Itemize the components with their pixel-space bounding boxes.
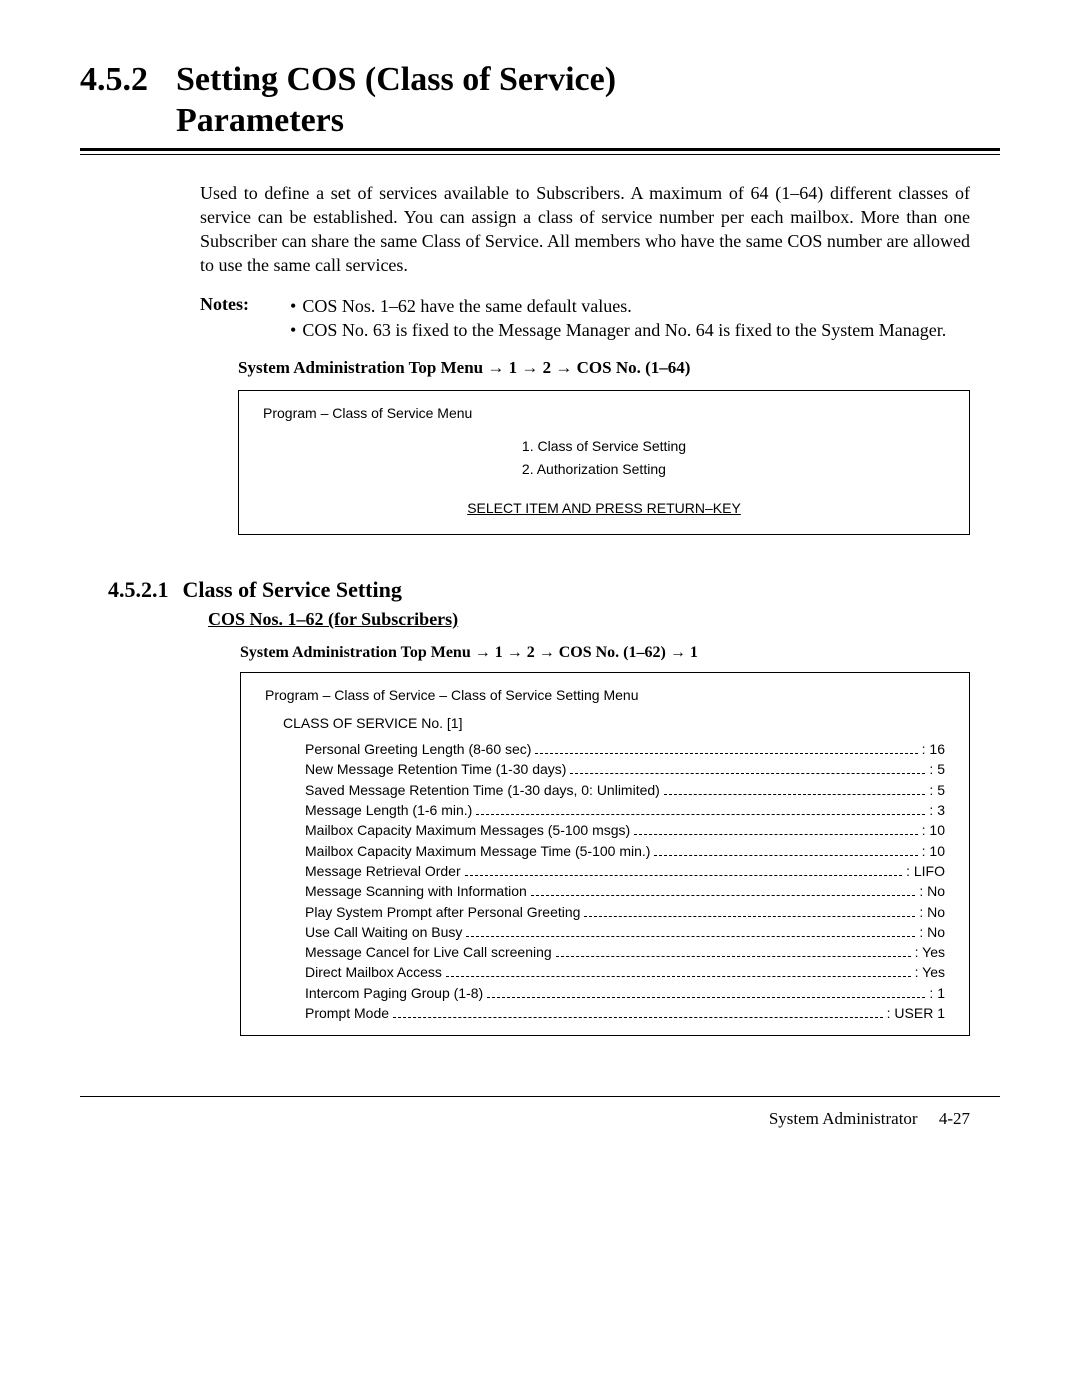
setting-dash [487, 987, 925, 998]
cos-subtitle: COS Nos. 1–62 (for Subscribers) [208, 609, 1000, 630]
notes-block: Notes: •COS Nos. 1–62 have the same defa… [200, 294, 970, 343]
settings-box: Program – Class of Service – Class of Se… [240, 672, 970, 1036]
setting-label: Use Call Waiting on Busy [305, 922, 462, 942]
nav-path: System Administration Top Menu → 1 → 2 →… [238, 358, 970, 378]
setting-label: Prompt Mode [305, 1003, 389, 1023]
setting-row: Message Scanning with Information : No [305, 881, 945, 901]
setting-label: Message Cancel for Live Call screening [305, 942, 552, 962]
section-header: 4.5.2 Setting COS (Class of Service) Par… [80, 60, 1000, 142]
setting-row: Use Call Waiting on Busy : No [305, 922, 945, 942]
setting-dash [531, 885, 916, 896]
footer-divider [80, 1096, 1000, 1097]
setting-label: Personal Greeting Length (8-60 sec) [305, 739, 531, 759]
setting-dash [393, 1007, 883, 1018]
setting-value: : USER 1 [887, 1003, 945, 1023]
setting-dash [570, 764, 925, 775]
setting-dash [476, 804, 925, 815]
footer: System Administrator 4-27 [80, 1109, 1000, 1129]
setting-label: Mailbox Capacity Maximum Message Time (5… [305, 841, 650, 861]
subsection-header: 4.5.2.1 Class of Service Setting [108, 577, 1000, 603]
setting-value: : 3 [929, 800, 945, 820]
cos-number: CLASS OF SERVICE No. [1] [283, 715, 945, 731]
setting-label: Mailbox Capacity Maximum Messages (5-100… [305, 820, 630, 840]
setting-dash [465, 865, 902, 876]
setting-dash [584, 906, 915, 917]
setting-value: : LIFO [906, 861, 945, 881]
menu-item: 2. Authorization Setting [522, 461, 666, 477]
subsection-title: Class of Service Setting [183, 577, 402, 603]
setting-row: Intercom Paging Group (1-8) : 1 [305, 983, 945, 1003]
section-number: 4.5.2 [80, 61, 148, 99]
setting-dash [446, 967, 911, 978]
setting-value: : No [919, 922, 945, 942]
intro-paragraph: Used to define a set of services availab… [200, 181, 970, 278]
section-title: Setting COS (Class of Service) Parameter… [176, 60, 616, 142]
setting-value: : Yes [915, 962, 945, 982]
setting-row: Mailbox Capacity Maximum Messages (5-100… [305, 820, 945, 840]
setting-value: : 5 [929, 780, 945, 800]
setting-row: Message Cancel for Live Call screening :… [305, 942, 945, 962]
page-number: 4-27 [939, 1109, 970, 1128]
setting-value: : 16 [922, 739, 945, 759]
setting-label: Message Scanning with Information [305, 881, 527, 901]
setting-row: Direct Mailbox Access : Yes [305, 962, 945, 982]
setting-dash [556, 946, 911, 957]
setting-row: Personal Greeting Length (8-60 sec) : 16 [305, 739, 945, 759]
setting-dash [664, 784, 926, 795]
notes-label: Notes: [200, 294, 290, 343]
setting-dash [654, 845, 917, 856]
setting-label: Direct Mailbox Access [305, 962, 442, 982]
section-underline [80, 148, 1000, 155]
setting-label: Message Retrieval Order [305, 861, 461, 881]
menu-item: 1. Class of Service Setting [522, 438, 686, 454]
menu-title: Program – Class of Service Menu [263, 405, 945, 421]
setting-value: : No [919, 902, 945, 922]
setting-row: Message Length (1-6 min.) : 3 [305, 800, 945, 820]
setting-dash [535, 743, 917, 754]
setting-value: : 5 [929, 759, 945, 779]
setting-label: Play System Prompt after Personal Greeti… [305, 902, 580, 922]
menu-prompt: SELECT ITEM AND PRESS RETURN–KEY [263, 500, 945, 516]
setting-row: Message Retrieval Order : LIFO [305, 861, 945, 881]
setting-row: New Message Retention Time (1-30 days) :… [305, 759, 945, 779]
nav-path-2: System Administration Top Menu → 1 → 2 →… [240, 644, 1000, 662]
setting-row: Mailbox Capacity Maximum Message Time (5… [305, 841, 945, 861]
setting-label: New Message Retention Time (1-30 days) [305, 759, 566, 779]
note-item: COS No. 63 is fixed to the Message Manag… [302, 318, 946, 342]
setting-label: Saved Message Retention Time (1-30 days,… [305, 780, 660, 800]
footer-label: System Administrator [769, 1109, 918, 1128]
setting-row: Play System Prompt after Personal Greeti… [305, 902, 945, 922]
setting-row: Saved Message Retention Time (1-30 days,… [305, 780, 945, 800]
setting-label: Intercom Paging Group (1-8) [305, 983, 483, 1003]
menu-box: Program – Class of Service Menu 1. Class… [238, 390, 970, 535]
setting-dash [634, 825, 917, 836]
setting-value: : 10 [922, 841, 945, 861]
setting-value: : No [919, 881, 945, 901]
subsection-number: 4.5.2.1 [108, 577, 169, 603]
setting-dash [466, 926, 915, 937]
note-item: COS Nos. 1–62 have the same default valu… [302, 294, 631, 318]
settings-title: Program – Class of Service – Class of Se… [265, 687, 945, 703]
setting-value: : 10 [922, 820, 945, 840]
setting-row: Prompt Mode : USER 1 [305, 1003, 945, 1023]
setting-value: : 1 [929, 983, 945, 1003]
setting-value: : Yes [915, 942, 945, 962]
setting-label: Message Length (1-6 min.) [305, 800, 472, 820]
notes-list: •COS Nos. 1–62 have the same default val… [290, 294, 946, 343]
